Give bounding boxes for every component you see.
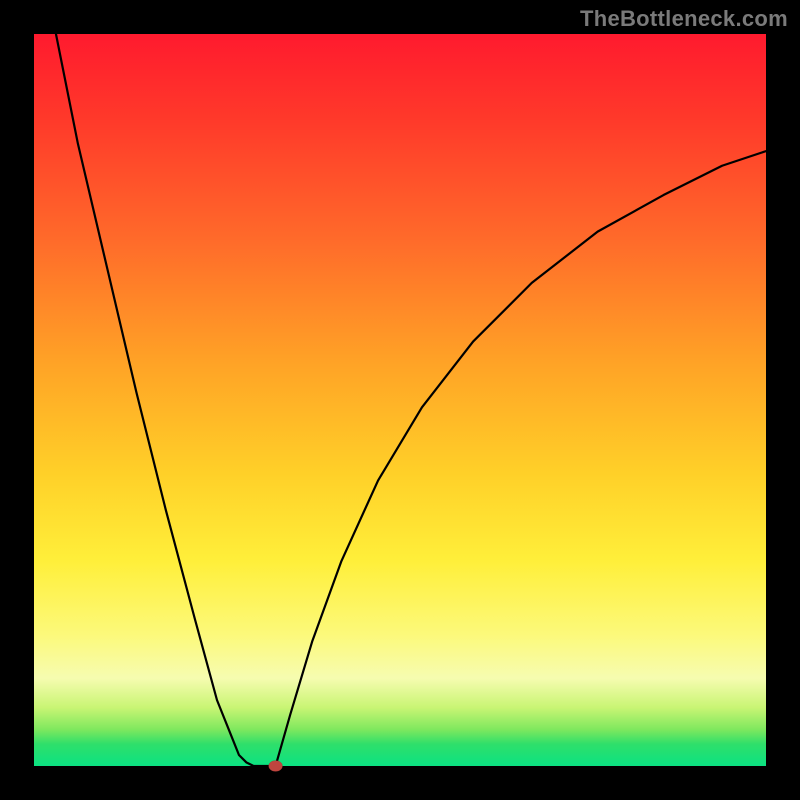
- watermark-text: TheBottleneck.com: [580, 6, 788, 32]
- curve-path: [56, 34, 766, 766]
- chart-frame: TheBottleneck.com: [0, 0, 800, 800]
- bottleneck-curve: [34, 34, 766, 766]
- plot-area: [34, 34, 766, 766]
- optimal-point-marker: [269, 761, 283, 772]
